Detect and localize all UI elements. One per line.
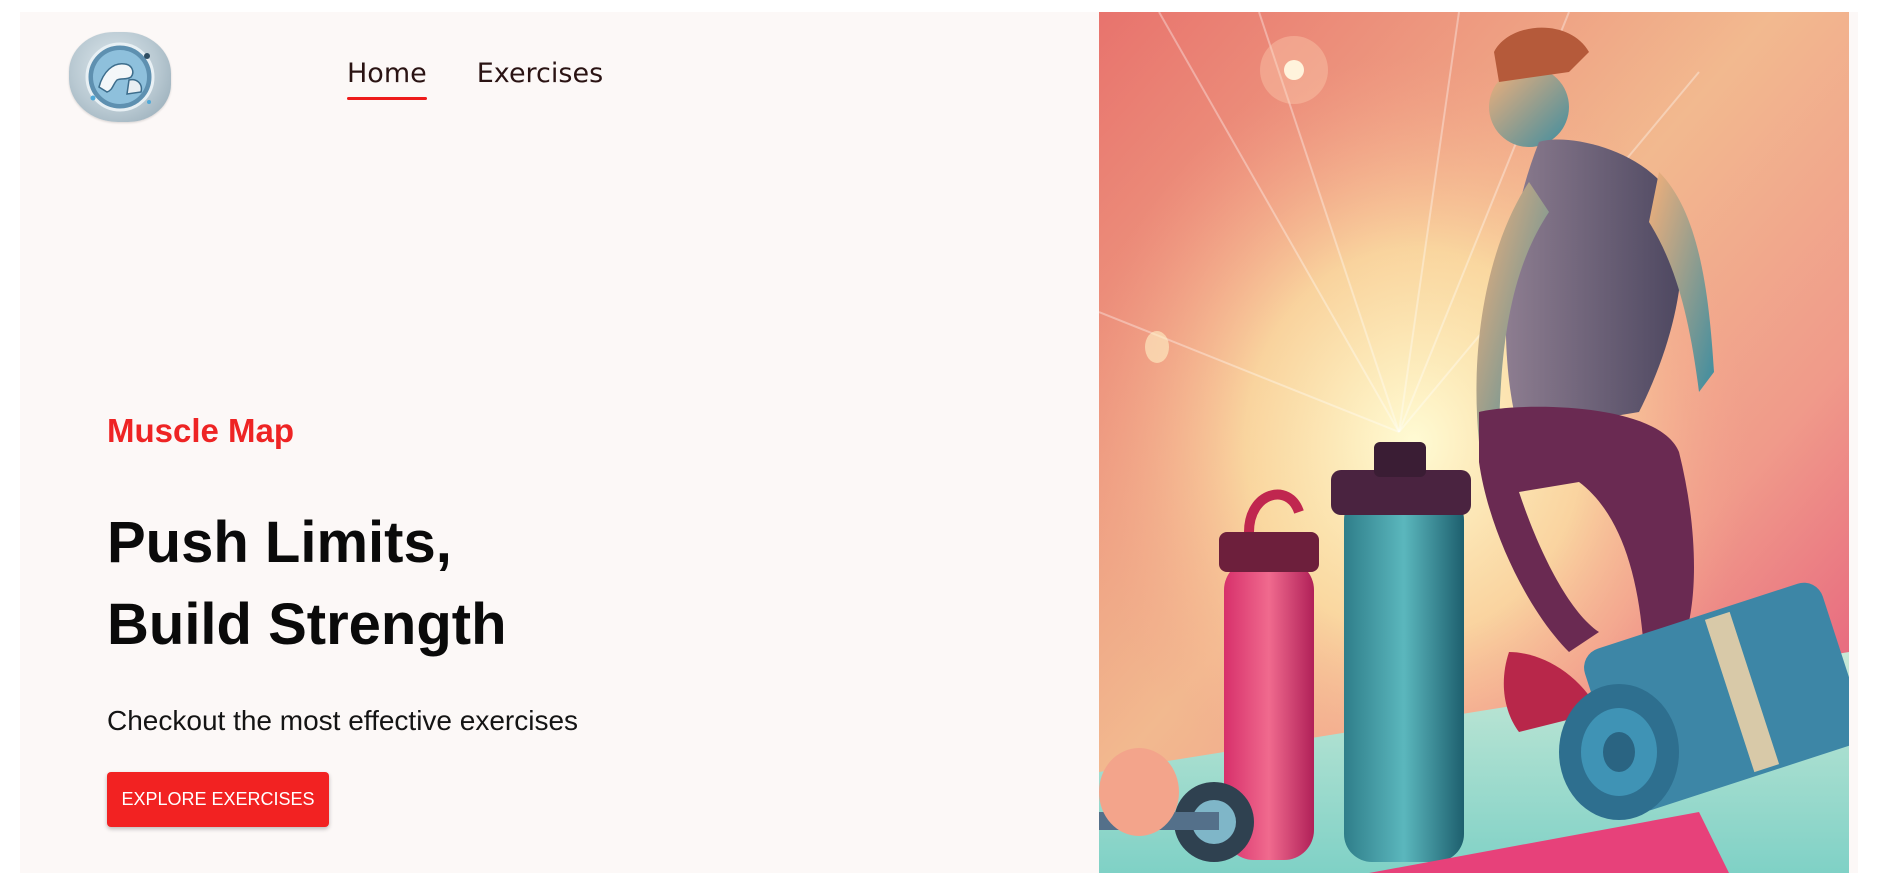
nav-link-home[interactable]: Home xyxy=(347,57,427,100)
hero-headline: Push Limits, Build Strength xyxy=(107,502,507,666)
hero-fitness-image xyxy=(1099,12,1849,873)
nav-link-exercises[interactable]: Exercises xyxy=(477,57,603,91)
hero-headline-line-1: Push Limits, xyxy=(107,510,452,575)
hero-subtitle: Checkout the most effective exercises xyxy=(107,705,579,736)
main-nav: Home Exercises xyxy=(347,57,603,100)
flexed-arm-logo-icon[interactable] xyxy=(69,32,171,122)
page: Home Exercises Muscle Map Push Limits, B… xyxy=(20,12,1858,873)
explore-exercises-button[interactable]: EXPLORE EXERCISES xyxy=(107,772,329,827)
hero-headline-line-2: Build Strength xyxy=(107,592,507,657)
brand-name: Muscle Map xyxy=(107,412,295,449)
